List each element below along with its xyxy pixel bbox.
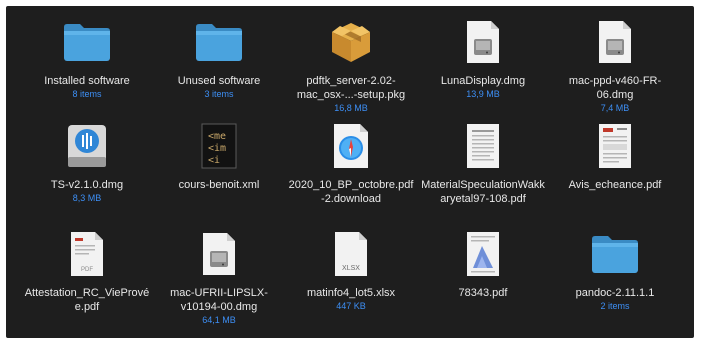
file-name: pdftk_server-2.02-mac_osx-...-setup.pkg [296, 75, 406, 101]
file-item-installed-software[interactable]: Installed software 8 items [20, 16, 154, 100]
file-item-unused-software[interactable]: Unused software 3 items [152, 16, 286, 100]
file-name: 78343.pdf [458, 287, 508, 299]
disk-app-icon [61, 120, 113, 172]
file-item-mac-ufrii-dmg[interactable]: mac-UFRII-LIPSLX-v10194-00.dmg 64,1 MB [152, 228, 286, 326]
file-item-ts-dmg[interactable]: TS-v2.1.0.dmg 8,3 MB [20, 120, 154, 204]
folder-icon [61, 16, 113, 68]
pdf-document-icon: PDF [61, 228, 113, 280]
file-subtitle: 13,9 MB [466, 89, 500, 99]
file-name: Attestation_RC_VieProvée.pdf [24, 287, 150, 313]
file-item-bp-octobre-download[interactable]: 2020_10_BP_octobre.pdf-2.download [284, 120, 418, 206]
file-name: MaterialSpeculationWakkaryetal97-108.pdf [421, 179, 545, 205]
finder-window: Installed software 8 items Unused softwa… [6, 6, 694, 338]
file-subtitle: 7,4 MB [600, 103, 630, 113]
package-icon [325, 16, 377, 68]
file-subtitle: 16,8 MB [334, 103, 368, 113]
disk-image-icon [589, 16, 641, 68]
file-item-cours-benoit-xml[interactable]: <me <im <i cours-benoit.xml [152, 120, 286, 192]
pdf-chart-icon [457, 228, 509, 280]
file-subtitle: 8,3 MB [72, 193, 102, 203]
file-name: cours-benoit.xml [178, 179, 260, 191]
xml-preview-line: <im [208, 143, 226, 154]
folder-icon [193, 16, 245, 68]
file-item-material-speculation-pdf[interactable]: MaterialSpeculationWakkaryetal97-108.pdf [416, 120, 550, 206]
file-subtitle: 447 KB [336, 301, 366, 311]
xlsx-file-icon: XLSX [325, 228, 377, 280]
file-name: Avis_echeance.pdf [568, 179, 662, 191]
file-name: mac-ppd-v460-FR-06.dmg [568, 75, 662, 101]
xml-preview-line: <me [208, 131, 226, 142]
file-grid: Installed software 8 items Unused softwa… [6, 6, 694, 338]
file-subtitle: 3 items [204, 89, 234, 99]
file-subtitle: 64,1 MB [202, 315, 236, 325]
disk-image-icon [457, 16, 509, 68]
file-item-mac-ppd-dmg[interactable]: mac-ppd-v460-FR-06.dmg 7,4 MB [548, 16, 682, 114]
file-name: TS-v2.1.0.dmg [50, 179, 124, 191]
xml-file-icon: <me <im <i [193, 120, 245, 172]
file-item-lunadisplay-dmg[interactable]: LunaDisplay.dmg 13,9 MB [416, 16, 550, 100]
file-name: LunaDisplay.dmg [440, 75, 526, 87]
pdf-document-icon [589, 120, 641, 172]
file-name: 2020_10_BP_octobre.pdf-2.download [288, 179, 414, 205]
file-item-pdftk-pkg[interactable]: pdftk_server-2.02-mac_osx-...-setup.pkg … [284, 16, 418, 114]
xml-preview-line: <i [208, 155, 220, 166]
file-subtitle: 2 items [600, 301, 630, 311]
file-item-avis-echeance-pdf[interactable]: Avis_echeance.pdf [548, 120, 682, 192]
file-name: pandoc-2.11.1.1 [575, 287, 655, 299]
safari-download-icon [325, 120, 377, 172]
disk-image-icon [193, 228, 245, 280]
file-name: matinfo4_lot5.xlsx [306, 287, 396, 299]
file-item-pandoc-folder[interactable]: pandoc-2.11.1.1 2 items [548, 228, 682, 312]
pdf-badge-label: PDF [81, 267, 93, 273]
file-item-matinfo-xlsx[interactable]: XLSX matinfo4_lot5.xlsx 447 KB [284, 228, 418, 312]
folder-icon [589, 228, 641, 280]
file-item-attestation-pdf[interactable]: PDF Attestation_RC_VieProvée.pdf [20, 228, 154, 314]
file-item-78343-pdf[interactable]: 78343.pdf [416, 228, 550, 300]
file-name: Installed software [44, 75, 130, 87]
pdf-document-icon [457, 120, 509, 172]
file-subtitle: 8 items [72, 89, 102, 99]
file-name: mac-UFRII-LIPSLX-v10194-00.dmg [170, 287, 268, 313]
file-name: Unused software [177, 75, 261, 87]
xlsx-badge-label: XLSX [342, 265, 360, 272]
